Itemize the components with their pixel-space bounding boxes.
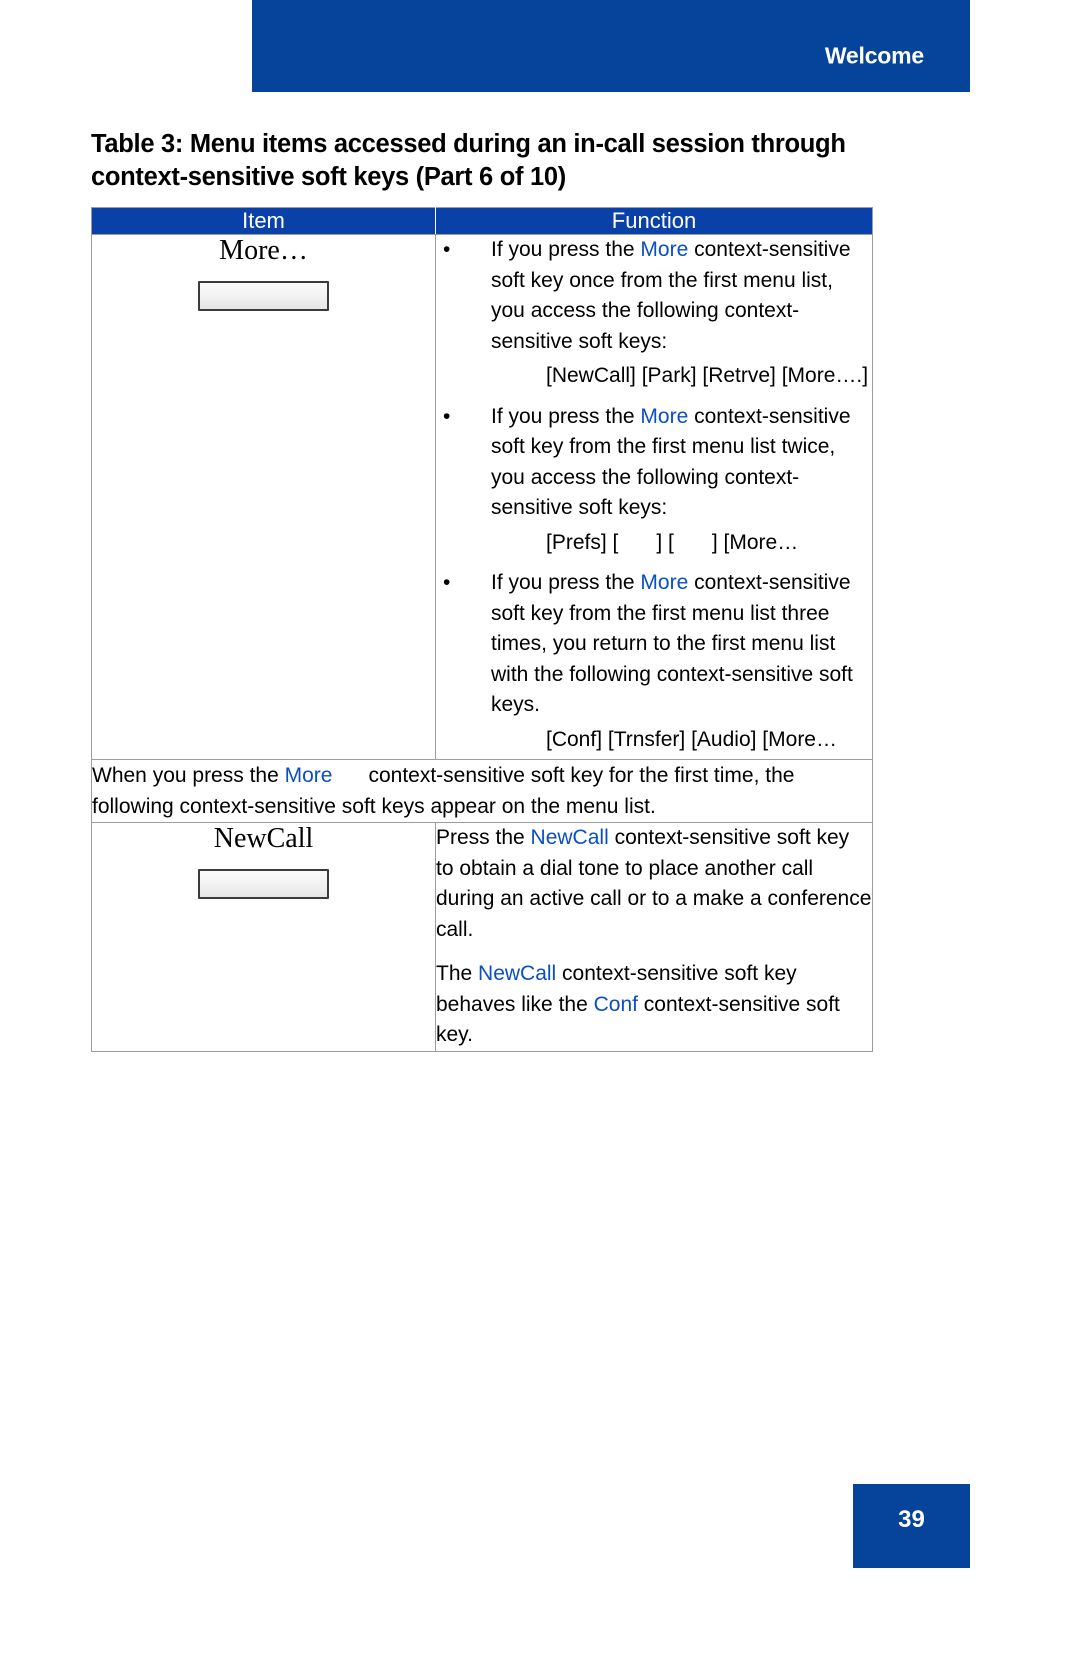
softkey-button-newcall[interactable] [198,869,329,899]
table-header-row: Item Function [91,207,873,235]
menu-items-table: Item Function More… If you press the Mor… [91,207,873,1052]
header-title: Welcome [824,42,924,69]
softkey-link-more[interactable]: More [640,571,688,594]
paragraph: The NewCall context-sensitive soft key b… [436,959,872,1051]
paragraph-prefix: The [436,962,479,985]
list-item: If you press the More context-sensitive … [436,402,872,559]
softkey-link-newcall[interactable]: NewCall [531,826,609,849]
softkey-sequence-mid: ] [ [656,530,674,554]
softkey-sequence: [NewCall] [Park] [Retrve] [More….] [546,364,869,387]
softkey-link-more[interactable]: More [640,238,688,261]
softkey-link-conf[interactable]: Conf [594,993,638,1016]
function-bullet-list: If you press the More context-sensitive … [436,235,872,755]
note-text-prefix: When you press the [92,764,285,787]
softkey-button-more[interactable] [198,281,329,311]
table-caption: Table 3: Menu items accessed during an i… [91,130,846,191]
softkey-sequence-pre: [Prefs] [ [546,530,619,554]
softkey-sequence: [Conf] [Trnsfer] [Audio] [More… [546,727,837,751]
footer-page-block: 39 [853,1484,970,1568]
bullet-text-prefix: If you press the [491,571,641,594]
item-label-more: More… [219,235,308,266]
table-body: More… If you press the More context-sens… [91,234,873,1052]
note-cell: When you press the More context-sensitive… [91,759,873,823]
softkey-sequence: [Prefs] [ ] [ ] [More… [491,528,872,559]
list-item: If you press the More context-sensitive … [436,235,872,392]
paragraph: Press the NewCall context-sensitive soft… [436,823,872,945]
bullet-text-prefix: If you press the [491,404,641,428]
table-row: NewCall Press the NewCall context-sensit… [91,822,873,1052]
softkey-link-more[interactable]: More [285,764,333,787]
bullet-text-prefix: If you press the [491,238,641,261]
header-banner: Welcome [252,0,970,92]
function-cell-more: If you press the More context-sensitive … [435,234,873,760]
paragraph-prefix: Press the [436,826,531,849]
item-label-newcall: NewCall [213,823,314,854]
table-header: Item Function [91,207,873,235]
column-header-item: Item [91,207,436,235]
function-cell-newcall: Press the NewCall context-sensitive soft… [435,822,873,1052]
softkey-link-newcall[interactable]: NewCall [478,962,556,985]
list-item: If you press the More context-sensitive … [436,568,872,755]
item-cell-newcall: NewCall [91,822,436,1052]
column-header-function: Function [435,207,873,235]
table-row-note: When you press the More context-sensitive… [91,759,873,823]
page-number: 39 [898,1506,925,1533]
softkey-link-more[interactable]: More [640,405,688,428]
item-cell-more: More… [91,234,436,760]
table-row: More… If you press the More context-sens… [91,234,873,760]
softkey-sequence-post: ] [More… [711,530,799,554]
